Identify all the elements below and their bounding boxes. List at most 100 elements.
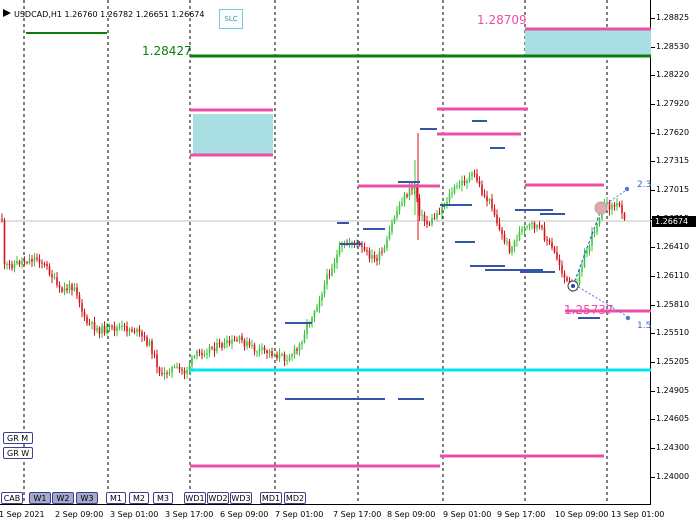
candle	[266, 349, 268, 359]
candle	[258, 344, 261, 357]
timeframe-button-w1[interactable]: W1	[29, 492, 51, 504]
timeframe-button-w2[interactable]: W2	[52, 492, 74, 504]
candle-body	[38, 259, 41, 263]
candle-body	[81, 302, 83, 312]
candle-body	[193, 356, 196, 358]
candle-body	[336, 254, 338, 263]
candle	[396, 206, 398, 221]
candle	[96, 324, 98, 333]
candle	[166, 370, 168, 379]
timeframe-button-wd3[interactable]: WD3	[230, 492, 252, 504]
candle-body	[451, 192, 453, 195]
candle	[363, 242, 366, 252]
candle-body	[158, 367, 161, 374]
candle	[566, 275, 568, 283]
price-label: 1.25810	[656, 299, 690, 309]
candle-body	[281, 353, 283, 355]
timeframe-button-m1[interactable]: M1	[106, 492, 126, 504]
candle-body	[333, 262, 336, 269]
candle-body	[438, 213, 441, 215]
candle	[236, 336, 238, 342]
candle	[488, 197, 491, 205]
candle-body	[296, 348, 298, 351]
candle	[348, 237, 351, 248]
chart-canvas[interactable]	[0, 0, 651, 505]
candle	[186, 367, 188, 379]
candle-body	[3, 220, 6, 265]
candle-body	[93, 322, 96, 331]
candle	[311, 316, 313, 328]
candle	[378, 248, 381, 265]
candle-body	[556, 252, 558, 260]
candle-body	[513, 240, 516, 247]
candle-body	[78, 295, 81, 303]
candle	[373, 251, 376, 263]
gr-m-button[interactable]: GR M	[3, 432, 33, 444]
symbol-dropdown-icon[interactable]	[3, 9, 11, 17]
candle-body	[86, 316, 88, 324]
candle	[178, 363, 181, 373]
candle	[148, 338, 151, 347]
gr-w-button[interactable]: GR W	[3, 447, 33, 459]
candle	[303, 329, 306, 344]
timeframe-button-wd1[interactable]: WD1	[184, 492, 206, 504]
candle-body	[126, 326, 128, 332]
candle	[233, 335, 236, 342]
candle	[608, 199, 611, 216]
timeframe-button-cab[interactable]: CAB	[1, 492, 23, 504]
plot-area[interactable]	[0, 0, 651, 505]
candle	[536, 224, 538, 232]
timeframe-button-m3[interactable]: M3	[153, 492, 173, 504]
candle-body	[403, 194, 406, 203]
candle	[321, 291, 323, 307]
candle-body	[398, 205, 401, 212]
candle-body	[163, 372, 166, 375]
time-label: 7 Sep 17:00	[333, 510, 382, 519]
candle-body	[148, 340, 151, 346]
candle-body	[453, 186, 456, 193]
candle-body	[1, 219, 3, 221]
candle	[198, 348, 201, 357]
price-tick	[651, 18, 655, 19]
candle	[418, 193, 421, 221]
time-axis[interactable]: 1 Sep 2021 2 Sep 09:00 3 Sep 01:00 3 Sep 17…	[0, 505, 664, 531]
timeframe-button-m2[interactable]: M2	[129, 492, 149, 504]
price-axis[interactable]: 1.28825 1.28530 1.28220 1.27920 1.27620 1.273…	[651, 0, 696, 505]
candle-body	[273, 354, 276, 357]
candle-body	[366, 250, 368, 252]
price-label: 1.24905	[656, 385, 690, 395]
candle	[548, 238, 551, 246]
candle	[43, 261, 46, 268]
candle-body	[528, 224, 531, 227]
candle	[208, 343, 211, 358]
candle-body	[401, 202, 403, 206]
candle-body	[511, 246, 513, 253]
candle-body	[63, 288, 66, 292]
candle-body	[508, 241, 511, 253]
timeframe-button-w3[interactable]: W3	[76, 492, 98, 504]
candle	[333, 257, 336, 273]
timeframe-button-md2[interactable]: MD2	[284, 492, 306, 504]
candle	[458, 180, 461, 190]
candle-body	[431, 217, 433, 225]
candle	[563, 270, 566, 284]
candle	[143, 331, 146, 341]
slc-button[interactable]: SLC	[219, 9, 243, 29]
candle-body	[181, 369, 183, 371]
candle	[433, 213, 436, 220]
timeframe-button-wd2[interactable]: WD2	[207, 492, 229, 504]
timeframe-button-md1[interactable]: MD1	[260, 492, 282, 504]
candle-body	[483, 194, 486, 197]
price-tick	[651, 390, 655, 392]
candle-body	[611, 204, 613, 210]
price-tick	[651, 247, 655, 249]
candle-body	[88, 323, 91, 325]
price-tick	[651, 103, 655, 105]
candle-body	[171, 367, 173, 373]
candle	[446, 197, 448, 209]
candle-body	[66, 288, 68, 291]
candle-body	[118, 327, 121, 329]
candle	[61, 286, 63, 294]
candle-body	[598, 218, 601, 224]
candle-body	[378, 251, 381, 261]
